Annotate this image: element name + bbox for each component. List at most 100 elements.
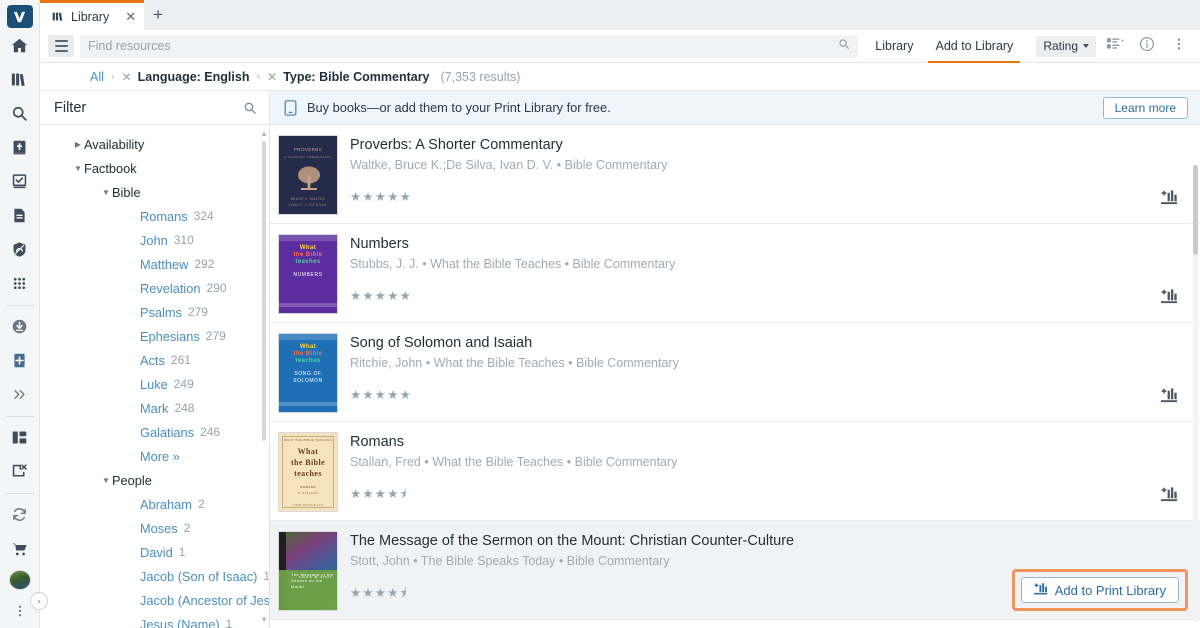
result-item[interactable]: WHAT THE BIBLE TEACHES What the Bible teach… [270, 422, 1200, 521]
add-to-print-library-button[interactable]: Add to Print Library [1020, 577, 1179, 603]
rail-divider-2 [5, 415, 34, 417]
add-to-print-library-button[interactable] [1161, 189, 1178, 211]
result-item[interactable]: What the Bible teaches SONG OF SOLOMON Song … [270, 323, 1200, 422]
close-icon[interactable]: ✕ [125, 10, 136, 23]
filter-row[interactable]: Psalms 279 [40, 300, 269, 324]
sidebar-item-close-all[interactable] [0, 455, 40, 489]
results-scrollbar-thumb[interactable] [1193, 165, 1198, 255]
filter-row[interactable]: Abraham 2 [40, 492, 269, 516]
book-cover-thumbnail[interactable]: What the Bible teaches SONG OF SOLOMON [278, 333, 338, 413]
sync-icon [11, 506, 28, 523]
logos-v-logo-icon[interactable] [6, 5, 33, 29]
book-cover-thumbnail[interactable]: PROVERBS A SHORTER COMMENTARY BRUCE K. WAL… [278, 135, 338, 215]
sidebar-item-more[interactable] [0, 378, 40, 412]
caret-down-icon[interactable]: ▼ [100, 476, 112, 485]
tab-library[interactable]: Library ✕ [40, 0, 145, 30]
sidebar-item-home[interactable] [0, 28, 40, 62]
rail-divider-3 [5, 492, 34, 494]
book-cover-thumbnail[interactable]: JOHN R. W. STOTT The Message of the Sermon… [278, 531, 338, 611]
filter-row[interactable]: Jacob (Ancestor of Jesus)1 [40, 588, 269, 612]
result-title[interactable]: Romans [350, 433, 1186, 451]
sidebar-item-store[interactable] [0, 532, 40, 566]
result-title[interactable]: Song of Solomon and Isaiah [350, 334, 1186, 352]
sidebar-item-layouts[interactable] [0, 421, 40, 455]
caret-down-icon[interactable]: ▼ [100, 188, 112, 197]
filter-row[interactable]: Jesus (Name) 1 [40, 612, 269, 628]
filter-row[interactable]: ▼ Factbook [40, 156, 269, 180]
rail-expand-button[interactable]: › [30, 592, 48, 610]
search-icon[interactable] [243, 101, 257, 115]
filter-row[interactable]: Ephesians 279 [40, 324, 269, 348]
star-rating[interactable]: ★★★★★ [350, 290, 1186, 303]
sidebar-item-tools[interactable] [0, 267, 40, 301]
caret-down-icon[interactable]: ▼ [260, 615, 268, 624]
sidebar-item-add-resource[interactable] [0, 344, 40, 378]
toolbar-overflow-button[interactable] [1166, 33, 1192, 59]
filter-row[interactable]: Revelation 290 [40, 276, 269, 300]
sidebar-item-reading-plans[interactable] [0, 165, 40, 199]
sidebar-item-documents[interactable] [0, 199, 40, 233]
star-rating[interactable]: ★★★★★ [350, 389, 1186, 402]
add-to-print-library-button[interactable] [1161, 288, 1178, 310]
result-title[interactable]: Proverbs: A Shorter Commentary [350, 136, 1186, 154]
filter-row[interactable]: ▶ Availability [40, 132, 269, 156]
breadcrumb-item-type[interactable]: Type: Bible Commentary [283, 70, 429, 84]
sidebar-item-sync[interactable] [0, 498, 40, 532]
sidebar-item-search[interactable] [0, 96, 40, 130]
add-to-print-library-icon [1161, 288, 1178, 310]
search-field-wrapper[interactable] [80, 34, 859, 58]
filter-row[interactable]: Galatians 246 [40, 420, 269, 444]
learn-more-button[interactable]: Learn more [1102, 96, 1188, 119]
book-cover-thumbnail[interactable]: What the Bible teaches NUMBERS [278, 234, 338, 314]
star-rating[interactable]: ★★★★★ [350, 191, 1186, 204]
remove-filter-icon-language[interactable]: ✕ [122, 70, 132, 84]
sidebar-item-sermons[interactable] [0, 233, 40, 267]
view-options-button[interactable] [1102, 33, 1128, 59]
result-item[interactable]: What the Bible teaches NUMBERS Numbers Stubbs… [270, 224, 1200, 323]
breadcrumb-all[interactable]: All [90, 70, 104, 84]
results-list[interactable]: PROVERBS A SHORTER COMMENTARY BRUCE K. WAL… [270, 125, 1200, 628]
hamburger-menu-icon[interactable] [48, 35, 74, 57]
filter-row[interactable]: John 310 [40, 228, 269, 252]
add-to-print-library-button[interactable] [1161, 486, 1178, 508]
filter-row[interactable]: Jacob (Son of Isaac) 1 [40, 564, 269, 588]
filter-row[interactable]: David 1 [40, 540, 269, 564]
info-button[interactable] [1134, 33, 1160, 59]
sidebar-item-downloads[interactable] [0, 310, 40, 344]
book-cover-thumbnail[interactable]: WHAT THE BIBLE TEACHES What the Bible teach… [278, 432, 338, 512]
filter-row[interactable]: ▼ Bible [40, 180, 269, 204]
filter-row[interactable]: Matthew 292 [40, 252, 269, 276]
breadcrumb-item-language[interactable]: Language: English [138, 70, 250, 84]
result-item[interactable]: JOHN R. W. STOTT The Message of the Sermon… [270, 521, 1200, 620]
filter-row-label: Revelation [140, 280, 201, 296]
rating-filter-chip[interactable]: Rating [1036, 35, 1096, 57]
filter-row[interactable]: Mark 248 [40, 396, 269, 420]
sidebar-item-bible[interactable] [0, 131, 40, 165]
add-to-print-library-button[interactable] [1161, 387, 1178, 409]
caret-right-icon[interactable]: ▶ [72, 140, 84, 149]
search-icon[interactable] [838, 37, 850, 55]
result-title[interactable]: The Message of the Sermon on the Mount: … [350, 532, 1186, 550]
rail-divider [5, 304, 34, 306]
search-input[interactable] [88, 39, 839, 53]
result-item[interactable]: PROVERBS A SHORTER COMMENTARY BRUCE K. WAL… [270, 125, 1200, 224]
new-tab-button[interactable]: + [144, 0, 172, 30]
filter-row[interactable]: Luke 249 [40, 372, 269, 396]
filter-scrollbar-thumb[interactable] [262, 141, 266, 441]
filter-row[interactable]: Romans 324 [40, 204, 269, 228]
filter-row[interactable]: More » [40, 444, 269, 468]
filter-row[interactable]: Acts 261 [40, 348, 269, 372]
filter-row[interactable]: Moses 2 [40, 516, 269, 540]
filter-row[interactable]: ▼ People [40, 468, 269, 492]
tab-add-to-library[interactable]: Add to Library [924, 30, 1024, 63]
tab-library-view[interactable]: Library [864, 30, 924, 63]
user-avatar[interactable] [8, 569, 31, 590]
remove-filter-icon-type[interactable]: ✕ [267, 70, 277, 84]
caret-down-icon[interactable]: ▼ [72, 164, 84, 173]
kebab-menu-icon [13, 604, 27, 618]
star-rating[interactable]: ★★★★⯨ [350, 488, 1186, 501]
caret-up-icon[interactable]: ▲ [260, 129, 268, 138]
sidebar-item-library[interactable] [0, 62, 40, 96]
filter-list[interactable]: ▲ ▶ Availability ▼ Factbook ▼ Bible Romans 324 J… [40, 125, 269, 628]
result-title[interactable]: Numbers [350, 235, 1186, 253]
